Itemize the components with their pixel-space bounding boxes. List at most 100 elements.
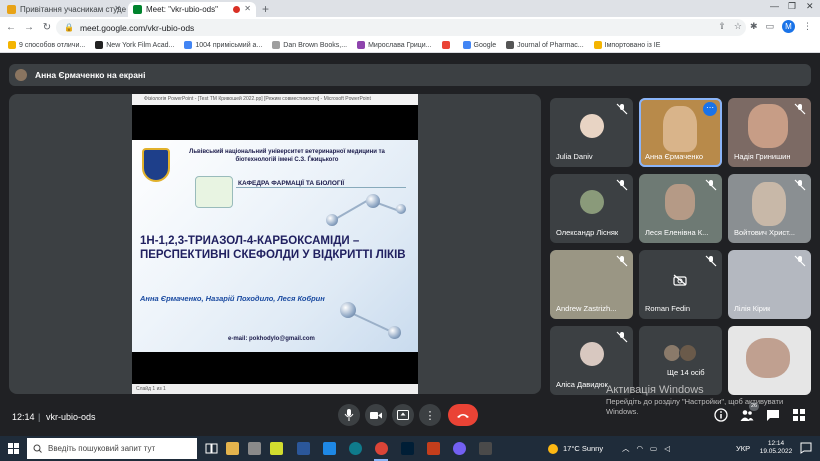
participant-tile[interactable]: Олександр Лісняк (550, 174, 633, 243)
participant-name: Лілія Кірик (734, 304, 771, 313)
battery-icon[interactable]: ▭ (650, 444, 657, 453)
participant-name: Andrew Zastrizh... (556, 304, 617, 313)
powerpoint-icon[interactable] (427, 442, 440, 455)
window-close-icon[interactable]: ✕ (806, 1, 814, 12)
weather-text: 17°C Sunny (563, 444, 604, 453)
chrome-icon[interactable] (375, 442, 388, 455)
photoshop-icon[interactable] (401, 442, 414, 455)
url-text: meet.google.com/vkr-ubio-ods (79, 22, 195, 33)
mic-off-icon (616, 179, 628, 191)
extensions-icon[interactable]: ✱ (750, 21, 758, 32)
bookmark-item[interactable]: 9 способов отличи... (8, 41, 85, 49)
participant-count-badge: 26 (749, 402, 759, 411)
bookmark-item[interactable]: Google (462, 41, 496, 49)
participant-tile[interactable]: Надія Гринишин (728, 98, 811, 167)
mic-off-icon (616, 255, 628, 267)
taskbar-search-input[interactable]: Введіть пошуковий запит тут (27, 438, 197, 459)
bookmark-folder[interactable]: Імпортовано із IE (593, 41, 660, 49)
share-icon[interactable]: ⇪ (718, 21, 726, 32)
tab-search-icon[interactable]: ▭ (765, 21, 774, 32)
app-icon[interactable] (479, 442, 492, 455)
file-explorer-icon[interactable] (226, 442, 239, 455)
present-screen-icon (397, 410, 409, 420)
tab-close-icon[interactable]: ✕ (114, 4, 121, 13)
participant-video (752, 182, 786, 226)
bookmark-favicon-icon (357, 41, 366, 49)
more-participants-label: Ще 14 осіб (667, 368, 705, 377)
participant-tile[interactable]: Andrew Zastrizh... (550, 250, 633, 319)
app-icon[interactable] (270, 442, 283, 455)
bookmark-item[interactable]: 1004 примісьмий а... (184, 41, 262, 49)
participant-tile[interactable]: Войтович Христ... (728, 174, 811, 243)
participant-video (748, 104, 788, 148)
bookmark-favicon-icon (506, 41, 515, 49)
weather-widget[interactable]: 17°C Sunny (548, 436, 603, 461)
bookmark-item[interactable]: Journal of Pharmac... (506, 41, 584, 49)
viber-icon[interactable] (453, 442, 466, 455)
search-icon (33, 444, 42, 453)
participant-video (746, 338, 790, 378)
word-icon[interactable] (297, 442, 310, 455)
tray-chevron-icon[interactable]: ︿ (622, 443, 630, 454)
mic-toggle-button[interactable] (338, 404, 360, 426)
meeting-details-icon[interactable] (714, 408, 728, 422)
department-logo-icon (195, 176, 233, 208)
participant-tile[interactable]: Лілія Кірик (728, 250, 811, 319)
wifi-icon[interactable]: ◠ (637, 444, 644, 453)
gmail-icon (441, 41, 450, 49)
meeting-code: vkr-ubio-ods (46, 412, 96, 422)
task-view-icon[interactable] (205, 442, 218, 455)
presentation-stage[interactable]: Фізіологія PowerPoint - [Test ТМ Кривоше… (9, 94, 541, 394)
taskbar-clock[interactable]: 12:14 19.05.2022 (758, 440, 794, 456)
sun-icon (548, 443, 558, 454)
app-icon[interactable] (248, 442, 261, 455)
chat-icon[interactable] (766, 408, 780, 422)
leave-call-button[interactable] (448, 404, 478, 426)
toolbar-icons: ⇪ ☆ ✱ ▭ M ⋮ (718, 20, 812, 33)
browser-tab-greeting[interactable]: Привітання учасникам студент ✕ (2, 2, 126, 17)
activities-icon[interactable] (792, 408, 806, 422)
watermark-text: Перейдіть до розділу "Настройки", щоб ак… (606, 397, 784, 416)
mic-off-icon (794, 255, 806, 267)
back-arrow-icon[interactable]: ← (4, 22, 18, 33)
window-minimize-icon[interactable]: — (770, 1, 779, 11)
mic-off-icon (616, 331, 628, 343)
reload-icon[interactable]: ↻ (40, 22, 54, 33)
browser-tab-meet[interactable]: Meet: "vkr-ubio-ods" ✕ (128, 2, 256, 17)
app-icon[interactable] (323, 442, 336, 455)
camera-toggle-button[interactable] (365, 404, 387, 426)
bookmark-favicon-icon (8, 41, 16, 49)
slide-title: 1Н-1,2,3-ТРИАЗОЛ-4-КАРБОКСАМІДИ – ПЕРСПЕ… (140, 235, 406, 261)
shared-screen: Фізіологія PowerPoint - [Test ТМ Кривоше… (132, 94, 418, 394)
bookmark-favicon-icon (184, 41, 193, 49)
forward-arrow-icon[interactable]: → (22, 22, 36, 33)
university-name: Львівський національний університет вете… (189, 149, 385, 163)
participant-tile[interactable]: Julia Daniv (550, 98, 633, 167)
molecule-atom (366, 194, 380, 208)
language-indicator[interactable]: УКР (736, 436, 750, 461)
notifications-icon[interactable] (800, 442, 812, 454)
bookmark-star-icon[interactable]: ☆ (734, 21, 742, 32)
window-maximize-icon[interactable]: ❐ (788, 1, 796, 12)
present-now-button[interactable] (392, 404, 414, 426)
windows-start-icon[interactable] (8, 443, 19, 454)
address-bar[interactable]: 🔒 meet.google.com/vkr-ubio-ods (56, 19, 746, 36)
profile-avatar[interactable]: M (782, 20, 795, 33)
bookmark-item[interactable]: New York Film Acad... (95, 41, 174, 49)
bookmark-item[interactable]: Мирослава Грици... (357, 41, 432, 49)
participant-tile-active-speaker[interactable]: ⋯ Анна Єрмаченко (639, 98, 722, 167)
new-tab-button[interactable]: + (262, 2, 269, 17)
edge-icon[interactable] (349, 442, 362, 455)
chrome-menu-icon[interactable]: ⋮ (803, 21, 812, 32)
participant-tile[interactable]: Roman Fedin (639, 250, 722, 319)
more-options-icon[interactable]: ⋯ (703, 102, 717, 116)
bookmark-item[interactable] (441, 41, 453, 49)
bookmark-item[interactable]: Dan Brown Books,... (272, 41, 347, 49)
participant-name: Леся Еленівна К... (645, 228, 709, 237)
more-options-button[interactable]: ⋮ (419, 404, 441, 426)
windows-taskbar: Введіть пошуковий запит тут 17°C Sunny ︿… (0, 436, 820, 461)
volume-icon[interactable]: ◁ (664, 444, 670, 453)
tab-close-icon[interactable]: ✕ (244, 4, 251, 13)
participant-tile[interactable]: Леся Еленівна К... (639, 174, 722, 243)
participant-avatar (580, 190, 604, 214)
